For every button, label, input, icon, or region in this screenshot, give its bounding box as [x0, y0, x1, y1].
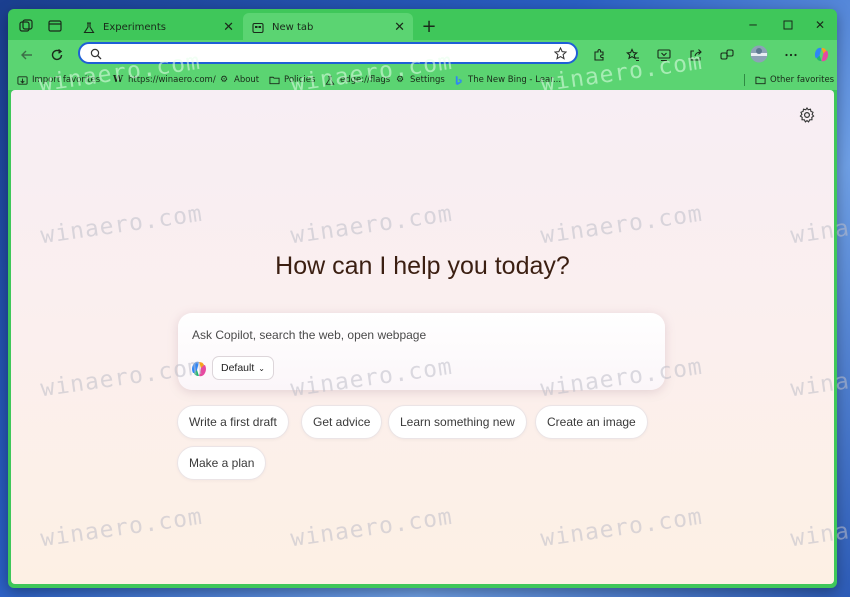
close-tab-icon[interactable]: ✕ — [394, 20, 405, 35]
copilot-composer: Default ⌄ — [178, 313, 665, 390]
gear-icon: ⚙ — [219, 75, 229, 85]
tab-experiments[interactable]: Experiments ✕ — [74, 13, 242, 42]
page-headline: How can I help you today? — [275, 252, 570, 280]
favorite-label: About — [234, 75, 260, 85]
chip-create-image[interactable]: Create an image — [535, 405, 648, 439]
chip-learn-something-new[interactable]: Learn something new — [388, 405, 527, 439]
browser-window: Experiments ✕ New tab ✕ + ─ ✕ Import fav… — [8, 9, 837, 588]
collections-icon[interactable] — [716, 44, 738, 66]
title-bar: Experiments ✕ New tab ✕ + ─ ✕ — [8, 9, 837, 42]
copilot-logo-icon — [192, 361, 206, 377]
gear-icon: ⚙ — [395, 75, 405, 85]
favorite-label: Other favorites — [770, 75, 835, 85]
toolbar — [8, 40, 837, 70]
favorite-policies[interactable]: Policies — [268, 73, 315, 87]
chip-label: Make a plan — [189, 456, 255, 470]
chip-write-first-draft[interactable]: Write a first draft — [177, 405, 289, 439]
chip-get-advice[interactable]: Get advice — [301, 405, 383, 439]
refresh-icon[interactable] — [46, 44, 68, 66]
chevron-down-icon: ⌄ — [258, 363, 265, 373]
winaero-w-icon: W — [112, 75, 124, 85]
tab-actions-icon[interactable] — [45, 16, 65, 36]
mode-dropdown[interactable]: Default ⌄ — [212, 356, 274, 380]
chip-label: Create an image — [547, 415, 636, 429]
favorite-winaero[interactable]: W https://winaero.com/ — [112, 73, 216, 87]
favorite-settings[interactable]: ⚙ Settings — [394, 73, 445, 87]
import-icon — [16, 74, 28, 86]
search-icon — [88, 46, 104, 62]
favorite-label: Settings — [410, 75, 445, 85]
tab-title: New tab — [272, 22, 314, 33]
favorite-edge-flags[interactable]: edge://flags — [324, 73, 390, 87]
close-tab-icon[interactable]: ✕ — [223, 20, 234, 35]
favorite-label: Policies — [284, 75, 316, 85]
tab-title: Experiments — [103, 22, 166, 33]
add-favorite-star-icon[interactable] — [552, 45, 568, 61]
folder-icon — [754, 74, 766, 86]
workspaces-icon[interactable] — [16, 16, 36, 36]
chip-make-plan[interactable]: Make a plan — [177, 446, 267, 480]
bing-icon — [452, 74, 464, 86]
minimize-button[interactable]: ─ — [738, 14, 768, 36]
favorites-icon[interactable] — [622, 44, 644, 66]
profile-avatar[interactable] — [748, 43, 770, 65]
extensions-icon[interactable] — [588, 44, 610, 66]
web-capture-icon[interactable] — [653, 44, 675, 66]
favorite-label: edge://flags — [340, 75, 391, 85]
chip-label: Get advice — [313, 415, 371, 429]
flask-icon — [82, 21, 96, 35]
other-favorites[interactable]: Other favorites — [754, 73, 834, 87]
favorite-label: https://winaero.com/ — [128, 75, 216, 85]
share-icon[interactable] — [685, 44, 707, 66]
copilot-prompt-input[interactable] — [192, 325, 652, 345]
address-bar[interactable] — [78, 42, 578, 64]
flask-icon — [324, 74, 336, 86]
favorites-bar: Import favorites W https://winaero.com/ … — [8, 70, 837, 90]
maximize-button[interactable] — [773, 14, 803, 36]
folder-icon — [268, 74, 280, 86]
chip-label: Write a first draft — [189, 415, 277, 429]
favorite-new-bing[interactable]: The New Bing - Lear... — [452, 73, 561, 87]
back-icon[interactable] — [16, 44, 38, 66]
page-settings-gear-icon[interactable] — [798, 106, 816, 124]
favorite-label: The New Bing - Lear... — [468, 75, 562, 85]
favorite-label: Import favorites — [32, 75, 101, 85]
new-tab-page: How can I help you today? Default ⌄ Writ… — [11, 90, 834, 584]
favorite-import[interactable]: Import favorites — [16, 73, 100, 87]
more-options-icon[interactable] — [780, 44, 802, 66]
new-tab-page-icon — [251, 21, 265, 35]
address-input[interactable] — [110, 46, 540, 60]
chip-label: Learn something new — [400, 415, 515, 429]
copilot-icon[interactable] — [810, 43, 832, 65]
close-window-button[interactable]: ✕ — [805, 14, 835, 36]
mode-label: Default — [221, 362, 255, 374]
tab-new-tab[interactable]: New tab ✕ — [243, 13, 413, 42]
new-tab-button[interactable]: + — [418, 15, 440, 37]
favorites-divider — [744, 74, 745, 86]
favorite-about[interactable]: ⚙ About — [218, 73, 259, 87]
